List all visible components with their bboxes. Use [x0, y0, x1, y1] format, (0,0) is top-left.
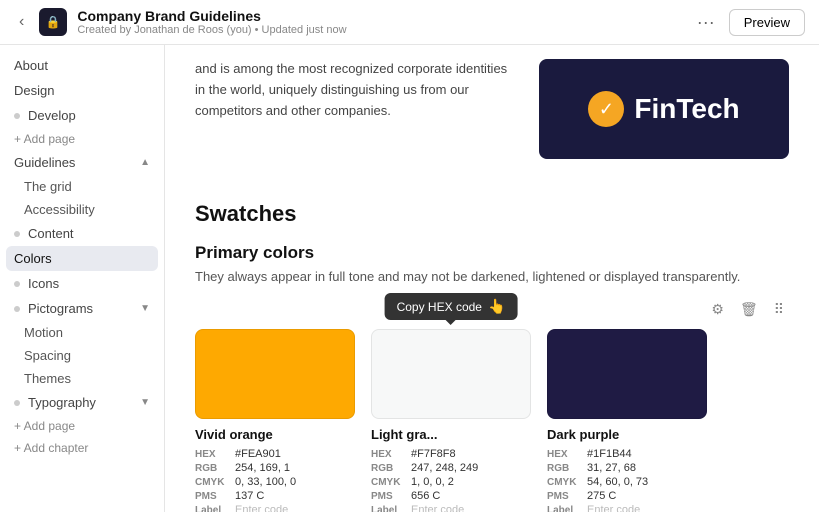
more-button[interactable]: ··· [691, 10, 721, 35]
swatch-hex-row-dark-purple: HEX #1F1B44 [547, 448, 707, 460]
swatch-pms-vivid-orange: 137 C [235, 490, 264, 502]
copy-hex-tooltip: Copy HEX code 👆 [385, 293, 518, 320]
swatch-rgb-row-dark-purple: RGB 31, 27, 68 [547, 462, 707, 474]
swatch-label-row-dark-purple: Label Enter code [547, 504, 707, 512]
sidebar-item-about[interactable]: About [0, 53, 164, 78]
sidebar-item-guidelines[interactable]: Guidelines ▲ [0, 150, 164, 175]
sidebar-item-themes[interactable]: Themes [0, 367, 164, 390]
chevron-up-icon: ▲ [140, 157, 150, 168]
fintech-check-icon: ✓ [588, 91, 624, 127]
swatch-pms-row-dark-purple: PMS 275 C [547, 490, 707, 502]
swatch-cmyk-row-vivid-orange: CMYK 0, 33, 100, 0 [195, 476, 355, 488]
sidebar-item-develop[interactable]: Develop [0, 103, 164, 128]
settings-button[interactable]: ⚙ [706, 298, 729, 321]
fintech-brand-name: FinTech [634, 93, 739, 125]
swatch-hex-row-vivid-orange: HEX #FEA901 [195, 448, 355, 460]
swatch-color-vivid-orange [195, 329, 355, 419]
swatch-hex-vivid-orange: #FEA901 [235, 448, 281, 460]
swatch-color-light-gray [371, 329, 531, 419]
swatch-pms-dark-purple: 275 C [587, 490, 616, 502]
add-chapter-button[interactable]: + Add chapter [0, 437, 164, 459]
intro-text: and is among the most recognized corpora… [195, 59, 519, 121]
bullet-icon [14, 400, 20, 406]
sidebar-item-accessibility[interactable]: Accessibility [0, 198, 164, 221]
swatch-rgb-dark-purple: 31, 27, 68 [587, 462, 636, 474]
swatch-name-dark-purple: Dark purple [547, 427, 707, 442]
nav-controls: ‹ [14, 11, 29, 33]
swatch-pms-row-light-gray: PMS 656 C [371, 490, 531, 502]
bullet-icon [14, 281, 20, 287]
swatch-label-vivid-orange: Enter code [235, 504, 288, 512]
sidebar-item-colors[interactable]: Colors [6, 246, 158, 271]
main-layout: About Design Develop + Add page Guidelin… [0, 45, 819, 512]
delete-button[interactable]: 🗑 [735, 298, 763, 321]
chevron-down-icon: ▼ [140, 397, 150, 408]
swatches-title: Swatches [195, 191, 789, 227]
doc-info: Company Brand Guidelines Created by Jona… [77, 8, 346, 36]
swatch-cmyk-vivid-orange: 0, 33, 100, 0 [235, 476, 296, 488]
swatch-hex-row-light-gray: HEX #F7F8F8 [371, 448, 531, 460]
primary-colors-title: Primary colors [195, 243, 789, 263]
doc-meta: Created by Jonathan de Roos (you) • Upda… [77, 24, 346, 36]
back-button[interactable]: ‹ [14, 11, 29, 33]
bullet-icon [14, 231, 20, 237]
sidebar-item-pictograms[interactable]: Pictograms ▼ [0, 296, 164, 321]
preview-button[interactable]: Preview [729, 9, 805, 36]
swatch-cmyk-row-light-gray: CMYK 1, 0, 0, 2 [371, 476, 531, 488]
primary-colors-desc: They always appear in full tone and may … [195, 269, 789, 284]
swatch-card-light-gray: Copy HEX code 👆 Light gra... HEX #F7F8F8… [371, 329, 531, 512]
swatch-rgb-light-gray: 247, 248, 249 [411, 462, 478, 474]
sidebar-item-motion[interactable]: Motion [0, 321, 164, 344]
fintech-logo: ✓ FinTech [588, 91, 739, 127]
swatch-rgb-row-vivid-orange: RGB 254, 169, 1 [195, 462, 355, 474]
sidebar-item-icons[interactable]: Icons [0, 271, 164, 296]
sidebar-item-spacing[interactable]: Spacing [0, 344, 164, 367]
sidebar-item-design[interactable]: Design [0, 78, 164, 103]
top-bar: ‹ 🔒 Company Brand Guidelines Created by … [0, 0, 819, 45]
sidebar: About Design Develop + Add page Guidelin… [0, 45, 165, 512]
top-bar-right: ··· Preview [691, 9, 805, 36]
tooltip-label: Copy HEX code [397, 300, 482, 314]
doc-title: Company Brand Guidelines [77, 8, 346, 24]
intro-text-block: and is among the most recognized corpora… [195, 59, 519, 175]
swatch-rgb-vivid-orange: 254, 169, 1 [235, 462, 290, 474]
swatch-card-dark-purple: Dark purple HEX #1F1B44 RGB 31, 27, 68 C… [547, 329, 707, 512]
swatch-label-row-vivid-orange: Label Enter code [195, 504, 355, 512]
fintech-banner: ✓ FinTech [539, 59, 789, 159]
bullet-icon [14, 306, 20, 312]
add-page-button-1[interactable]: + Add page [0, 128, 164, 150]
swatch-name-light-gray: Light gra... [371, 427, 531, 442]
add-page-button-2[interactable]: + Add page [0, 415, 164, 437]
swatch-label-row-light-gray: Label Enter code [371, 504, 531, 512]
top-bar-left: ‹ 🔒 Company Brand Guidelines Created by … [14, 8, 347, 36]
content-inner: and is among the most recognized corpora… [165, 45, 819, 512]
sidebar-item-typography[interactable]: Typography ▼ [0, 390, 164, 415]
bullet-icon [14, 113, 20, 119]
swatch-color-dark-purple [547, 329, 707, 419]
sidebar-item-the-grid[interactable]: The grid [0, 175, 164, 198]
cursor-icon: 👆 [488, 298, 505, 315]
swatch-cmyk-row-dark-purple: CMYK 54, 60, 0, 73 [547, 476, 707, 488]
swatch-pms-light-gray: 656 C [411, 490, 440, 502]
swatch-label-light-gray: Enter code [411, 504, 464, 512]
swatch-hex-dark-purple: #1F1B44 [587, 448, 632, 460]
swatch-cmyk-dark-purple: 54, 60, 0, 73 [587, 476, 648, 488]
drag-button[interactable]: ⠿ [769, 298, 789, 321]
chevron-down-icon: ▼ [140, 303, 150, 314]
swatch-card-vivid-orange: Vivid orange HEX #FEA901 RGB 254, 169, 1… [195, 329, 355, 512]
swatch-name-vivid-orange: Vivid orange [195, 427, 355, 442]
swatch-rgb-row-light-gray: RGB 247, 248, 249 [371, 462, 531, 474]
swatches-section: Swatches Primary colors They always appe… [195, 191, 789, 512]
swatch-label-dark-purple: Enter code [587, 504, 640, 512]
swatches-grid: Vivid orange HEX #FEA901 RGB 254, 169, 1… [195, 329, 789, 512]
swatch-cmyk-light-gray: 1, 0, 0, 2 [411, 476, 454, 488]
swatch-hex-light-gray: #F7F8F8 [411, 448, 456, 460]
content-area: and is among the most recognized corpora… [165, 45, 819, 512]
sidebar-item-content[interactable]: Content [0, 221, 164, 246]
swatch-pms-row-vivid-orange: PMS 137 C [195, 490, 355, 502]
lock-icon: 🔒 [39, 8, 67, 36]
